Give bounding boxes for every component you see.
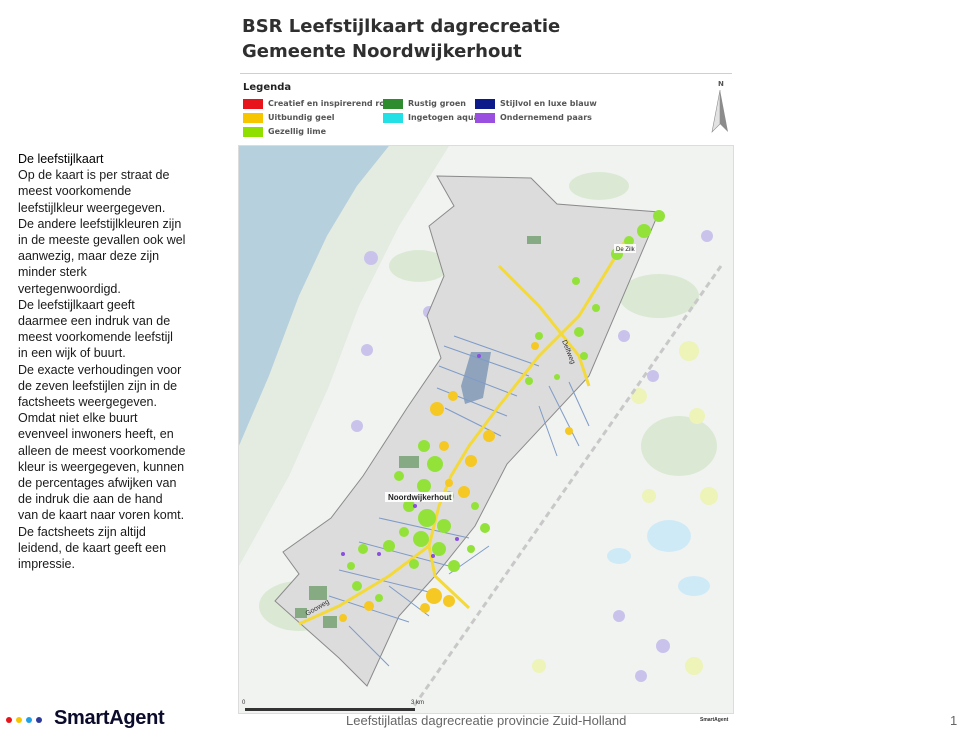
lifestyle-map[interactable]: Noordwijkerhout De Zilk Delfweg Gooweg 0… — [238, 145, 734, 714]
sidebar-heading: De leefstijlkaart — [18, 152, 104, 166]
legend-swatch-red — [243, 98, 263, 109]
map-label-hamlet: De Zilk — [616, 247, 636, 253]
legend-item-yellow: Uitbundig geel — [243, 112, 334, 124]
legend-item-lime: Gezellig lime — [243, 126, 326, 138]
map-canvas: Noordwijkerhout De Zilk Delfweg Gooweg 0… — [239, 146, 723, 711]
sidebar-description: De leefstijlkaart Op de kaart is per str… — [18, 151, 186, 572]
mini-logo: SmartAgent — [700, 717, 729, 723]
legend-item-red: Creatief en inspirerend rood — [243, 98, 396, 110]
legend-item-green: Rustig groen — [383, 98, 466, 110]
legend-swatch-purple — [475, 112, 495, 123]
logo-dot-lightblue — [26, 717, 32, 723]
page-number: 1 — [950, 713, 958, 728]
legend-item-blue: Stijlvol en luxe blauw — [475, 98, 597, 110]
sidebar-paragraph: De factsheets zijn altijd leidend, de ka… — [18, 524, 167, 572]
legend-title: Legenda — [243, 82, 292, 93]
map-label-town: Noordwijkerhout — [388, 493, 452, 502]
legend-swatch-green — [383, 98, 403, 109]
map-title: BSR Leefstijlkaart dagrecreatie Gemeente… — [242, 14, 560, 64]
logo-dot-red — [6, 717, 12, 723]
legend-swatch-yellow — [243, 112, 263, 123]
sidebar-paragraph: Op de kaart is per straat de meest voork… — [18, 168, 170, 215]
sidebar-paragraph: De exacte verhoudingen voor de zeven lee… — [18, 362, 182, 410]
legend-item-aqua: Ingetogen aqua — [383, 112, 479, 124]
title-divider — [240, 73, 732, 74]
scale-bar: 0 3 km — [242, 700, 424, 711]
legend-swatch-blue — [475, 98, 495, 109]
legend-swatch-aqua — [383, 112, 403, 123]
sidebar-paragraph: Omdat niet elke buurt evenveel inwoners … — [18, 411, 186, 523]
north-arrow-icon: N — [706, 78, 734, 136]
water-patches — [607, 520, 710, 596]
legend-item-purple: Ondernemend paars — [475, 112, 592, 124]
legend: Legenda Creatief en inspirerend rood Uit… — [240, 76, 732, 138]
title-line-2: Gemeente Noordwijkerhout — [242, 41, 522, 62]
logo-dot-darkblue — [36, 717, 42, 723]
north-label: N — [718, 80, 724, 88]
sidebar-paragraph: De leefstijlkaart geeft daarmee een indr… — [18, 297, 173, 361]
logo-text: SmartAgent — [54, 707, 165, 729]
scale-start: 0 — [242, 700, 246, 706]
logo-dot-yellow — [16, 717, 22, 723]
footer-caption: Leefstijlatlas dagrecreatie provincie Zu… — [346, 713, 627, 728]
scale-end: 3 km — [411, 700, 424, 706]
sidebar-paragraph: De andere leefstijlkleuren zijn in de me… — [18, 216, 186, 296]
legend-swatch-lime — [243, 126, 263, 137]
title-line-1: BSR Leefstijlkaart dagrecreatie — [242, 16, 561, 37]
